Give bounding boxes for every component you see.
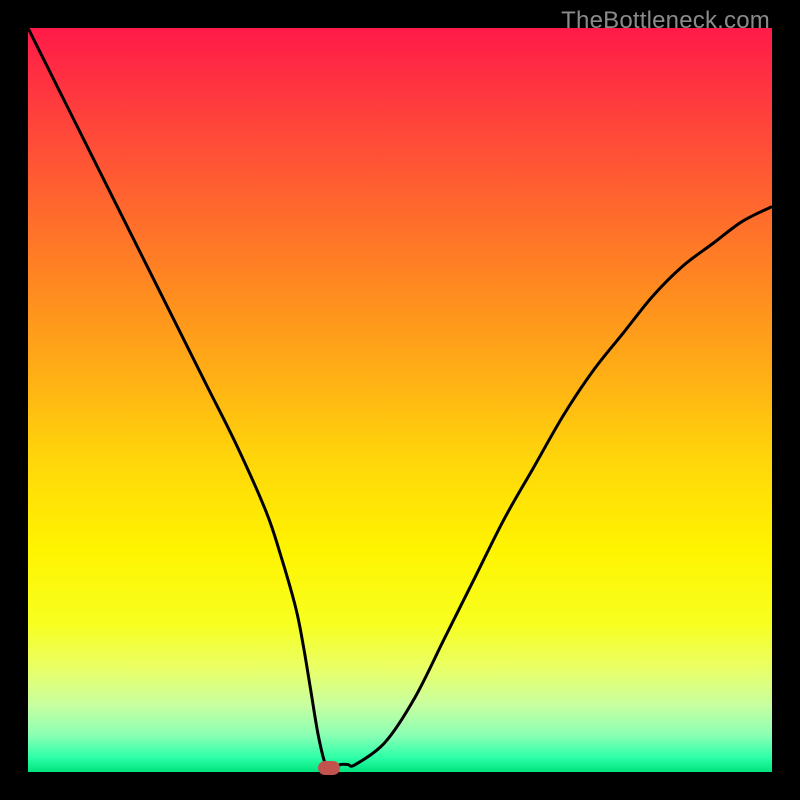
minimum-marker <box>318 761 340 775</box>
bottleneck-curve <box>28 28 772 772</box>
curve-path <box>28 28 772 769</box>
chart-frame: TheBottleneck.com <box>0 0 800 800</box>
plot-area <box>28 28 772 772</box>
